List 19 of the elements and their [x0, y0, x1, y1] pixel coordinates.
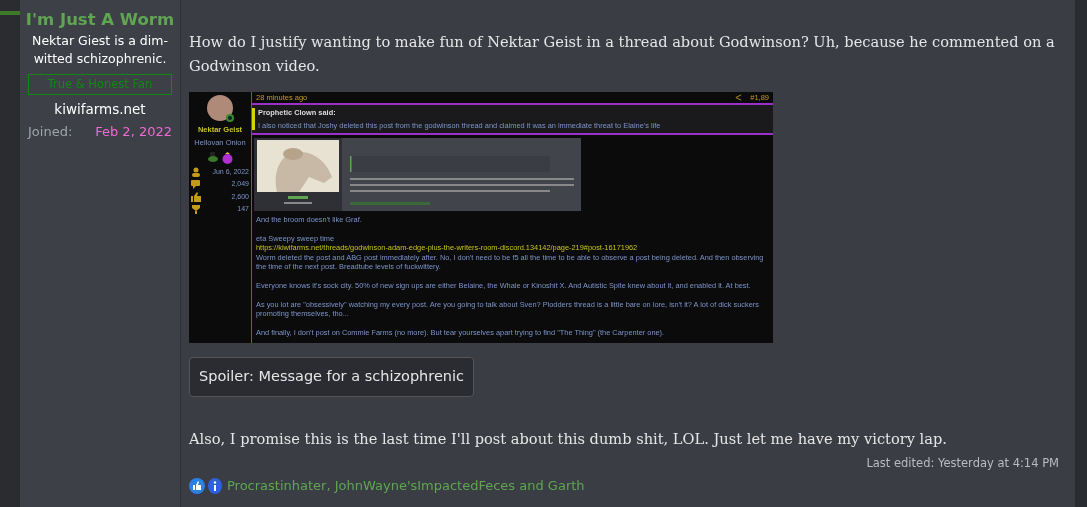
stat-label: Joined: [28, 122, 73, 141]
post-text: How do I justify wanting to make fun of Nektar Geist in a thread about Godwinson? Uh, because he commented on a Godwinson video. [189, 32, 1056, 76]
user-title: Nektar Giest is a dim-witted schizophrenic. [31, 32, 169, 68]
messages-icon [191, 179, 201, 189]
user-icon [191, 166, 201, 177]
trophy-icon [191, 204, 201, 214]
spoiler-button[interactable]: Spoiler: Message for a schizophrenic [189, 357, 475, 397]
onion-icon [222, 151, 233, 164]
post-text: Also, I promise this is the last time I'll post about this dumb shit, LOL. Just let me have my victory lap. [189, 428, 948, 449]
reactions-link[interactable]: Procrastinhater, JohnWayne'sImpactedFeces and Garth [227, 476, 585, 496]
last-edited: Last edited: Yesterday at 4:14 PM [865, 454, 1059, 472]
stat-value: Feb 2, 2022 [95, 122, 172, 141]
status-icon [226, 114, 234, 122]
info-icon [208, 477, 222, 494]
user-banner: True & Honest Fan [28, 74, 172, 96]
like-icon [189, 477, 205, 494]
user-website: kiwifarms.net [53, 100, 147, 120]
share-icon[interactable] [735, 94, 743, 102]
thumbs-up-icon [191, 191, 201, 202]
